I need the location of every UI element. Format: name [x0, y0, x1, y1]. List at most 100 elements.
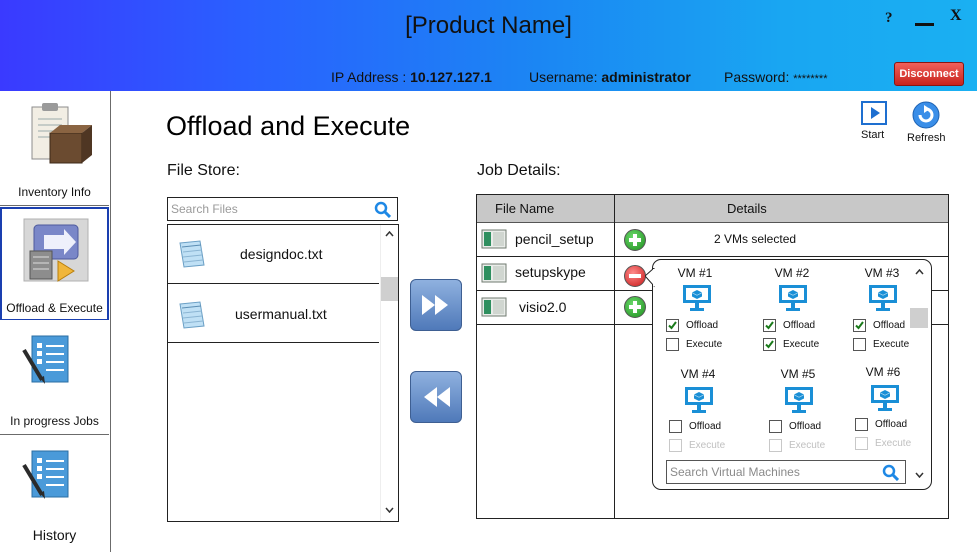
add-vm-button[interactable] — [624, 229, 646, 251]
fast-forward-icon — [422, 295, 448, 315]
disconnect-button[interactable]: Disconnect — [894, 62, 964, 86]
vm-name: VM #2 — [774, 266, 810, 280]
offload-label: Offload — [789, 421, 822, 432]
sidebar-item-label: Inventory Info — [18, 185, 91, 199]
scroll-thumb[interactable] — [381, 277, 398, 301]
search-files-input[interactable]: Search Files — [167, 197, 398, 221]
column-header-file-name: File Name — [495, 201, 555, 216]
username-value: administrator — [601, 69, 691, 85]
search-files-placeholder: Search Files — [171, 202, 238, 216]
execute-checkbox[interactable] — [853, 338, 866, 351]
file-list: designdoc.txt usermanual.txt — [167, 224, 399, 522]
popup-pointer — [645, 268, 655, 288]
sidebar-item-label: In progress Jobs — [10, 414, 99, 428]
remove-vm-button[interactable] — [624, 265, 646, 287]
setup-file-icon — [481, 297, 507, 317]
execute-checkbox[interactable] — [666, 338, 679, 351]
refresh-button[interactable]: Refresh — [906, 100, 948, 144]
offload-checkbox[interactable] — [666, 319, 679, 332]
job-file-name: setupskype — [515, 264, 586, 280]
checkmark-icon — [855, 321, 864, 330]
move-right-button[interactable] — [410, 279, 462, 331]
vm-name: VM #1 — [677, 266, 713, 280]
sidebar-item-label: History — [32, 527, 77, 543]
rewind-icon — [424, 387, 450, 407]
vm-name: VM #4 — [680, 367, 716, 381]
execute-checkbox[interactable] — [855, 437, 868, 450]
offload-label: Offload — [783, 320, 816, 331]
monitor-icon — [871, 385, 899, 411]
move-left-button[interactable] — [410, 371, 462, 423]
refresh-icon — [912, 101, 940, 129]
vm-search-placeholder: Search Virtual Machines — [670, 465, 800, 479]
execute-label: Execute — [789, 440, 826, 451]
add-vm-button[interactable] — [624, 296, 646, 318]
checklist-pen-icon — [22, 450, 69, 499]
ip-address-label: IP Address : — [331, 69, 407, 85]
file-item[interactable]: designdoc.txt — [168, 225, 379, 284]
execute-checkbox[interactable] — [669, 439, 682, 452]
table-row[interactable]: pencil_setup 2 VMs selected — [477, 223, 948, 257]
offload-checkbox[interactable] — [669, 420, 682, 433]
job-details-text: 2 VMs selected — [714, 232, 797, 246]
password-value: ******** — [793, 73, 828, 85]
sidebar: Inventory Info Offload & Execute In prog… — [0, 91, 111, 552]
offload-checkbox[interactable] — [855, 418, 868, 431]
offload-checkbox[interactable] — [769, 420, 782, 433]
page-title: Offload and Execute — [166, 111, 411, 141]
monitor-icon — [683, 285, 711, 311]
vm-popup-scrollbar[interactable] — [910, 264, 928, 485]
ip-address-value: 10.127.127.1 — [410, 69, 492, 85]
play-icon — [861, 101, 887, 125]
search-icon[interactable] — [374, 201, 391, 218]
execute-checkbox[interactable] — [769, 439, 782, 452]
sidebar-item-label: Offload & Execute — [6, 301, 103, 315]
offload-label: Offload — [686, 320, 719, 331]
checklist-pen-icon — [22, 335, 69, 384]
sidebar-item-inventory-info[interactable]: Inventory Info — [0, 91, 109, 206]
file-name: designdoc.txt — [240, 246, 323, 262]
offload-label: Offload — [689, 421, 722, 432]
password-label: Password: — [724, 69, 790, 85]
file-name: usermanual.txt — [235, 306, 327, 322]
close-button[interactable]: X — [950, 7, 962, 25]
scroll-thumb[interactable] — [910, 308, 928, 328]
execute-checkbox[interactable] — [763, 338, 776, 351]
username-info: Username: administrator — [529, 69, 691, 85]
chevron-up-icon[interactable] — [385, 231, 394, 237]
file-item[interactable]: usermanual.txt — [168, 284, 379, 343]
monitor-icon — [785, 387, 813, 413]
search-icon[interactable] — [882, 464, 899, 481]
start-button[interactable]: Start — [858, 100, 890, 144]
checkmark-icon — [668, 321, 677, 330]
clipboard-box-icon — [31, 103, 92, 164]
ip-address-info: IP Address : 10.127.127.1 — [331, 69, 492, 85]
password-info: Password: ******** — [724, 69, 828, 85]
file-list-scrollbar[interactable] — [380, 225, 398, 521]
username-label: Username: — [529, 69, 598, 85]
table-header: File Name Details — [477, 195, 948, 223]
file-store-label: File Store: — [167, 162, 240, 179]
sidebar-item-in-progress-jobs[interactable]: In progress Jobs — [0, 320, 109, 435]
execute-label: Execute — [689, 440, 726, 451]
sidebar-item-history[interactable]: History — [0, 435, 109, 549]
setup-file-icon — [481, 263, 507, 283]
help-button[interactable]: ? — [885, 10, 893, 27]
job-details-label: Job Details: — [477, 162, 561, 179]
vm-name: VM #5 — [780, 367, 816, 381]
monitor-icon — [869, 285, 897, 311]
chevron-down-icon[interactable] — [915, 472, 924, 478]
sidebar-item-offload-execute[interactable]: Offload & Execute — [0, 207, 109, 321]
monitor-icon — [685, 387, 713, 413]
refresh-label: Refresh — [907, 132, 946, 144]
chevron-up-icon[interactable] — [915, 269, 924, 275]
search-virtual-machines-input[interactable]: Search Virtual Machines — [666, 460, 906, 484]
notepad-icon — [179, 240, 205, 268]
vm-name: VM #6 — [865, 365, 901, 379]
vm-selection-popup: VM #1 Offload Execute VM #2 Offload Exec… — [645, 259, 932, 490]
chevron-down-icon[interactable] — [385, 507, 394, 513]
minimize-button[interactable] — [913, 5, 935, 26]
offload-checkbox[interactable] — [763, 319, 776, 332]
offload-label: Offload — [873, 320, 906, 331]
offload-checkbox[interactable] — [853, 319, 866, 332]
